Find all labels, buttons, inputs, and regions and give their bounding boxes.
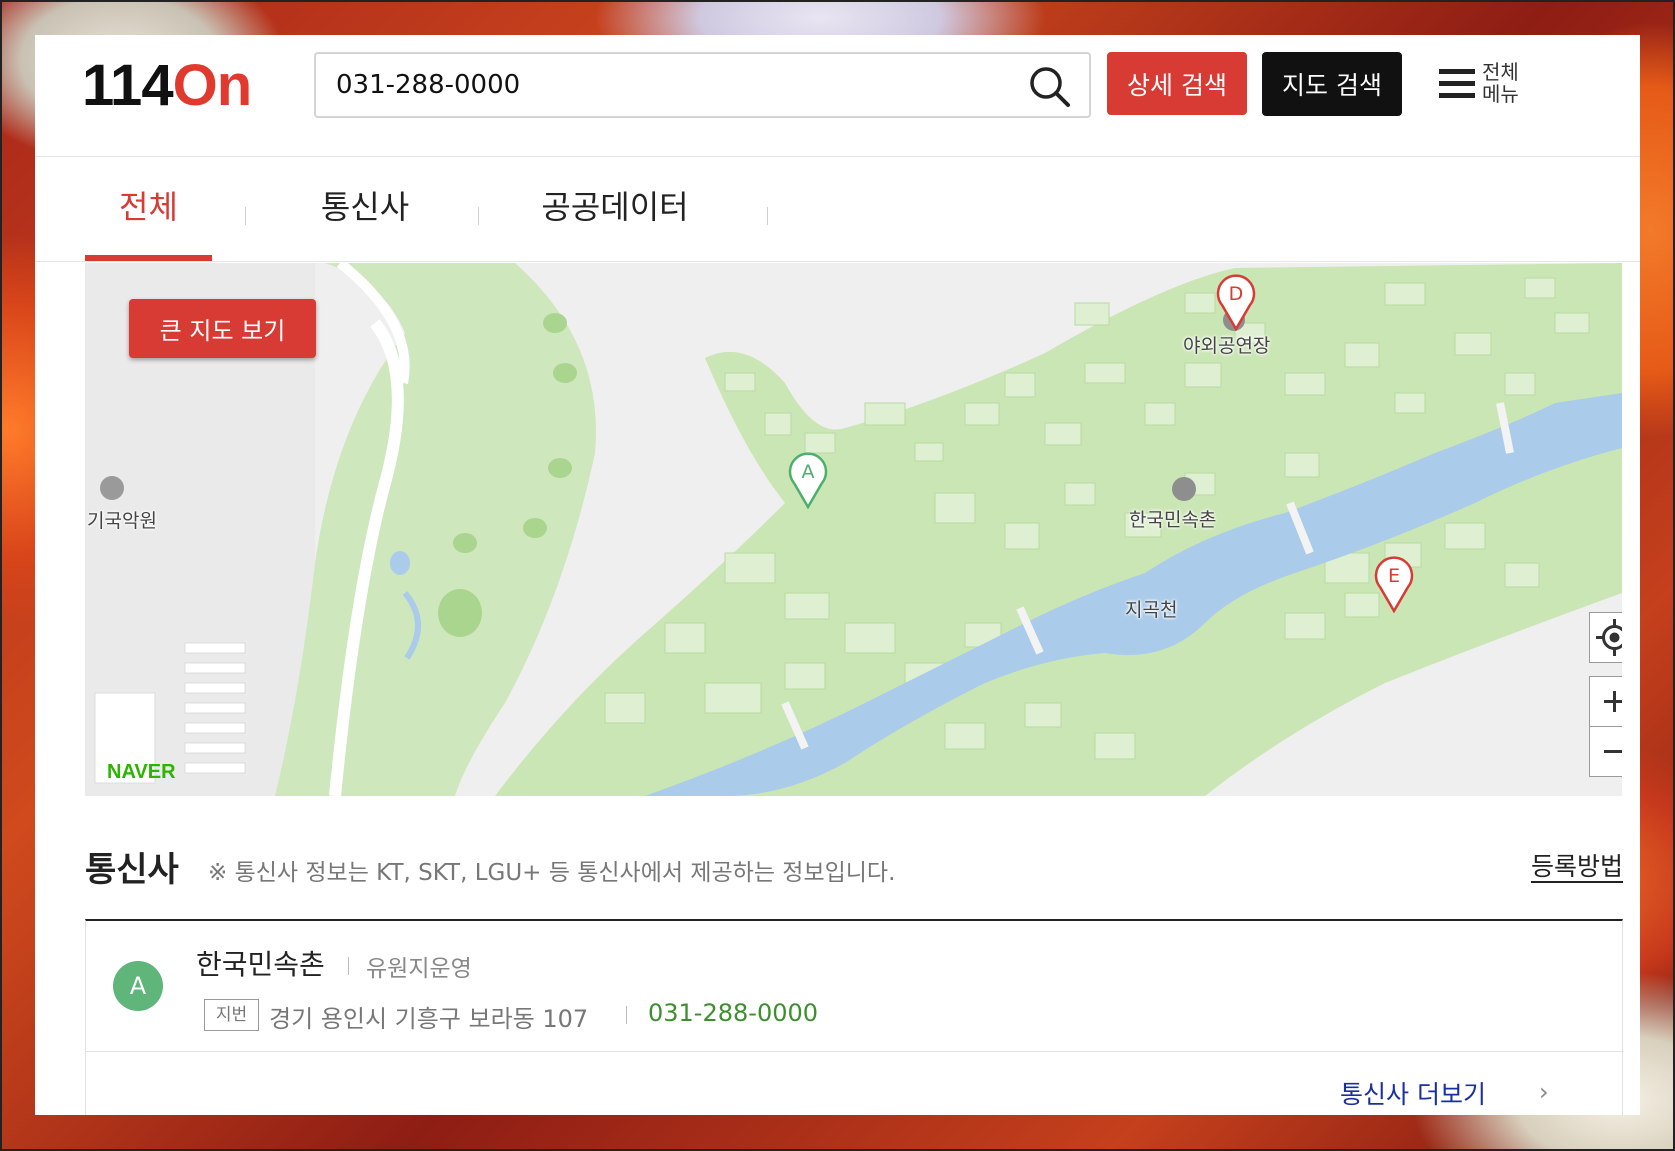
all-menu-button[interactable]: 전체 메뉴 — [1439, 61, 1539, 113]
carrier-section-note: ※ 통신사 정보는 KT, SKT, LGU+ 등 통신사에서 제공하는 정보입… — [208, 860, 896, 886]
detail-search-button[interactable]: 상세 검색 — [1107, 52, 1247, 115]
big-map-button[interactable]: 큰 지도 보기 — [129, 299, 316, 358]
map-marker-e[interactable]: E — [1374, 555, 1414, 613]
zoom-out-button[interactable] — [1589, 726, 1622, 777]
separator — [626, 1006, 627, 1024]
carrier-section-title: 통신사 — [85, 850, 179, 890]
map-label-folk-village: 한국민속촌 — [1129, 509, 1217, 531]
map-view[interactable]: A D E 야외공연장 한국민속촌 지곡천 기국악원 큰 지도 보기 NAVER — [85, 263, 1622, 796]
search-box — [314, 52, 1091, 118]
result-badge: A — [113, 961, 163, 1011]
logo-on: On — [172, 53, 253, 118]
search-input[interactable] — [336, 64, 996, 106]
zoom-in-button[interactable] — [1589, 676, 1622, 727]
address-type-tag: 지번 — [204, 999, 259, 1031]
separator — [348, 957, 349, 975]
hamburger-icon — [1439, 69, 1475, 99]
site-logo[interactable]: 114On — [82, 57, 252, 115]
plus-icon — [1604, 691, 1622, 712]
all-menu-label: 전체 메뉴 — [1482, 60, 1519, 106]
page-panel: 114On 상세 검색 지도 검색 전체 메뉴 전체 통신사 공공데이터 — [35, 35, 1640, 1115]
row-divider — [86, 1051, 1624, 1052]
chevron-right-icon: › — [1539, 1078, 1549, 1106]
map-label-outdoor-stage: 야외공연장 — [1183, 335, 1271, 357]
logo-number: 114 — [82, 53, 174, 118]
result-tabs: 전체 통신사 공공데이터 — [35, 157, 1640, 262]
map-label-stream: 지곡천 — [1125, 599, 1178, 621]
site-header: 114On 상세 검색 지도 검색 전체 메뉴 — [35, 35, 1640, 157]
tab-separator — [767, 207, 768, 225]
locate-icon — [1596, 619, 1622, 656]
result-phone[interactable]: 031-288-0000 — [648, 999, 818, 1027]
map-marker-a-letter: A — [802, 461, 815, 483]
tab-carrier[interactable]: 통신사 — [275, 157, 455, 262]
tab-separator — [478, 207, 479, 225]
map-search-button[interactable]: 지도 검색 — [1262, 52, 1402, 116]
result-category: 유원지운영 — [366, 956, 472, 982]
tab-public-data[interactable]: 공공데이터 — [505, 157, 725, 262]
map-label-academy: 기국악원 — [87, 510, 157, 532]
map-marker-a[interactable]: A — [788, 451, 828, 509]
minus-icon — [1604, 750, 1622, 753]
register-method-link[interactable]: 등록방법 — [1531, 847, 1623, 883]
carrier-more-link[interactable]: 통신사 더보기 — [1340, 1075, 1486, 1111]
active-tab-indicator — [85, 255, 212, 261]
result-name[interactable]: 한국민속촌 — [196, 943, 325, 983]
map-marker-d[interactable]: D — [1216, 273, 1256, 331]
locate-button[interactable] — [1589, 612, 1622, 663]
result-address: 경기 용인시 기흥구 보라동 107 — [269, 1005, 589, 1033]
naver-logo: NAVER — [107, 761, 176, 783]
map-marker-e-letter: E — [1388, 565, 1400, 587]
tab-all[interactable]: 전체 — [85, 157, 212, 262]
map-marker-d-letter: D — [1229, 283, 1244, 305]
search-icon[interactable] — [1027, 64, 1073, 110]
tab-separator — [245, 207, 246, 225]
photo-border-top — [0, 0, 1675, 2]
